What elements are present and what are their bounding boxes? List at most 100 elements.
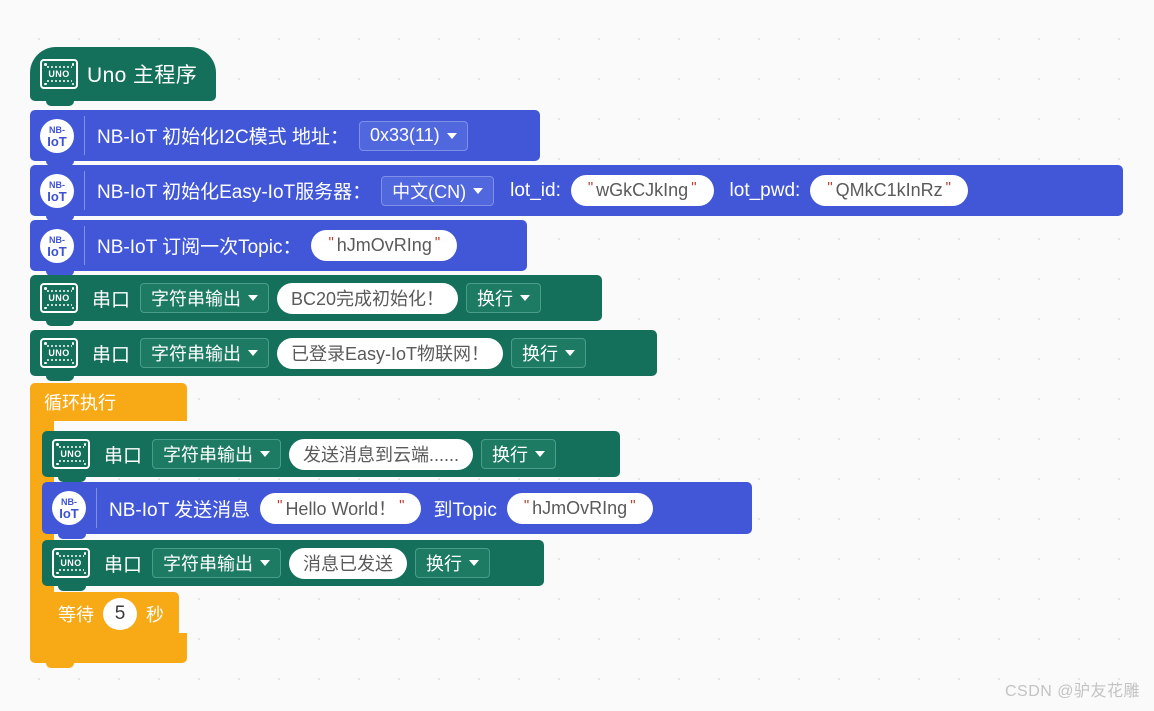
- input-message[interactable]: " Hello World！ ": [260, 492, 422, 524]
- divider: [84, 226, 85, 265]
- block-serial-print-4[interactable]: UNO 串口 字符串输出 消息已发送 换行: [42, 540, 544, 591]
- input-subscribe-topic[interactable]: " hJmOvRIng ": [311, 230, 458, 261]
- input-wait-value[interactable]: 5: [103, 598, 137, 630]
- dropdown-serial-mode[interactable]: 字符串输出: [152, 548, 282, 578]
- block-nbiot-subscribe-topic[interactable]: NB- IoT NB-IoT 订阅一次Topic： " hJmOvRIng ": [30, 220, 527, 276]
- input-value: wGkCJkIng: [596, 180, 689, 200]
- divider: [96, 488, 97, 528]
- block-notch: [58, 636, 86, 641]
- input-value: Hello World！: [285, 499, 397, 519]
- dropdown-serial-mode[interactable]: 字符串输出: [152, 439, 282, 469]
- dropdown-value: 中文(CN): [392, 181, 467, 202]
- input-serial-text[interactable]: BC20完成初始化！: [277, 282, 459, 314]
- dropdown-value: 字符串输出: [163, 445, 254, 465]
- block-notch: [46, 663, 74, 668]
- dropdown-value: 换行: [522, 344, 559, 364]
- input-send-topic[interactable]: " hJmOvRIng ": [506, 492, 653, 524]
- chevron-down-icon: [565, 350, 576, 356]
- dropdown-line-ending[interactable]: 换行: [466, 283, 542, 313]
- input-value: 发送消息到云端......: [303, 445, 460, 465]
- block-notch: [46, 101, 74, 106]
- lot-id-label: lot_id:: [510, 179, 561, 201]
- lot-pwd-label: lot_pwd:: [729, 179, 801, 201]
- nb-iot-icon: NB- IoT: [40, 118, 74, 153]
- dropdown-value: 换行: [426, 554, 463, 574]
- loop-footer: [30, 633, 187, 668]
- chevron-down-icon: [446, 132, 457, 139]
- divider: [84, 171, 85, 210]
- wait-prefix-label: 等待: [58, 605, 94, 625]
- block-wait-seconds[interactable]: 等待 5 秒: [42, 592, 179, 641]
- nb-iot-icon: NB- IoT: [40, 173, 74, 208]
- block-notch: [58, 534, 86, 539]
- block-serial-print-3[interactable]: UNO 串口 字符串输出 发送消息到云端...... 换行: [42, 431, 620, 482]
- quote-mark: ": [691, 179, 697, 196]
- input-lot-id[interactable]: " wGkCJkIng ": [570, 175, 714, 206]
- block-nbiot-send-message[interactable]: NB- IoT NB-IoT 发送消息 " Hello World！ " 到Top…: [42, 482, 752, 539]
- input-serial-text[interactable]: 发送消息到云端......: [289, 438, 474, 470]
- nb-iot-icon: NB- IoT: [52, 491, 86, 525]
- quote-mark: ": [630, 496, 636, 514]
- block-label: 串口: [104, 445, 143, 467]
- chevron-down-icon: [248, 295, 259, 301]
- block-label: 串口: [92, 289, 131, 311]
- quote-mark: ": [399, 496, 405, 514]
- input-serial-text[interactable]: 已登录Easy-IoT物联网！: [277, 337, 504, 369]
- block-label: Uno 主程序: [87, 64, 198, 87]
- block-uno-main-program[interactable]: UNO Uno 主程序: [30, 47, 216, 106]
- quote-mark: ": [587, 179, 594, 196]
- input-serial-text[interactable]: 消息已发送: [289, 547, 408, 579]
- blockly-workspace[interactable]: UNO Uno 主程序 NB- IoT NB-IoT 初始化I2C模式 地址： 0…: [0, 0, 1154, 711]
- input-value: hJmOvRIng: [532, 497, 628, 518]
- chevron-down-icon: [473, 187, 484, 194]
- chevron-down-icon: [248, 350, 259, 356]
- dropdown-i2c-address[interactable]: 0x33(11): [358, 120, 468, 151]
- input-value: QMkC1kInRz: [835, 180, 943, 200]
- block-notch: [46, 321, 74, 326]
- block-label: NB-IoT 订阅一次Topic：: [97, 237, 302, 258]
- block-notch: [58, 586, 86, 591]
- dropdown-serial-mode[interactable]: 字符串输出: [140, 338, 270, 368]
- dropdown-value: 字符串输出: [151, 344, 242, 364]
- block-label: 串口: [104, 554, 143, 576]
- quote-mark: ": [945, 179, 951, 196]
- uno-board-icon: UNO: [40, 338, 78, 368]
- divider: [84, 116, 85, 155]
- nb-iot-icon: NB- IoT: [40, 228, 74, 263]
- dropdown-line-ending[interactable]: 换行: [415, 548, 491, 578]
- block-notch: [46, 376, 74, 381]
- quote-mark: ": [328, 234, 334, 251]
- loop-label: 循环执行: [44, 393, 116, 413]
- input-value: hJmOvRIng: [336, 235, 432, 255]
- quote-mark: ": [523, 496, 530, 514]
- dropdown-value: 换行: [477, 289, 514, 309]
- chevron-down-icon: [535, 451, 546, 457]
- dropdown-value: 字符串输出: [151, 289, 242, 309]
- dropdown-value: 字符串输出: [163, 554, 254, 574]
- uno-board-icon: UNO: [40, 283, 78, 313]
- dropdown-server-region[interactable]: 中文(CN): [381, 175, 495, 206]
- block-label: NB-IoT 发送消息: [109, 499, 251, 521]
- quote-mark: ": [277, 496, 283, 514]
- uno-board-icon: UNO: [52, 439, 90, 469]
- block-label: NB-IoT 初始化I2C模式 地址：: [97, 127, 349, 148]
- dropdown-value: 0x33(11): [369, 125, 440, 145]
- loop-header[interactable]: 循环执行: [30, 383, 187, 421]
- input-value: 5: [114, 603, 126, 624]
- to-topic-label: 到Topic: [433, 499, 497, 521]
- block-nbiot-init-easyiot-server[interactable]: NB- IoT NB-IoT 初始化Easy-IoT服务器： 中文(CN) lot…: [30, 165, 1123, 221]
- block-label: NB-IoT 初始化Easy-IoT服务器：: [97, 182, 372, 203]
- dropdown-line-ending[interactable]: 换行: [511, 338, 587, 368]
- dropdown-value: 换行: [492, 445, 529, 465]
- chevron-down-icon: [520, 295, 531, 301]
- block-nbiot-init-i2c[interactable]: NB- IoT NB-IoT 初始化I2C模式 地址： 0x33(11): [30, 110, 540, 166]
- block-serial-print-1[interactable]: UNO 串口 字符串输出 BC20完成初始化！ 换行: [30, 275, 602, 326]
- uno-board-icon: UNO: [52, 548, 90, 578]
- input-value: BC20完成初始化！: [291, 289, 445, 309]
- dropdown-serial-mode[interactable]: 字符串输出: [140, 283, 270, 313]
- input-lot-pwd[interactable]: " QMkC1kInRz ": [810, 175, 968, 206]
- dropdown-line-ending[interactable]: 换行: [481, 439, 557, 469]
- quote-mark: ": [434, 234, 441, 251]
- block-serial-print-2[interactable]: UNO 串口 字符串输出 已登录Easy-IoT物联网！ 换行: [30, 330, 657, 381]
- chevron-down-icon: [469, 560, 480, 566]
